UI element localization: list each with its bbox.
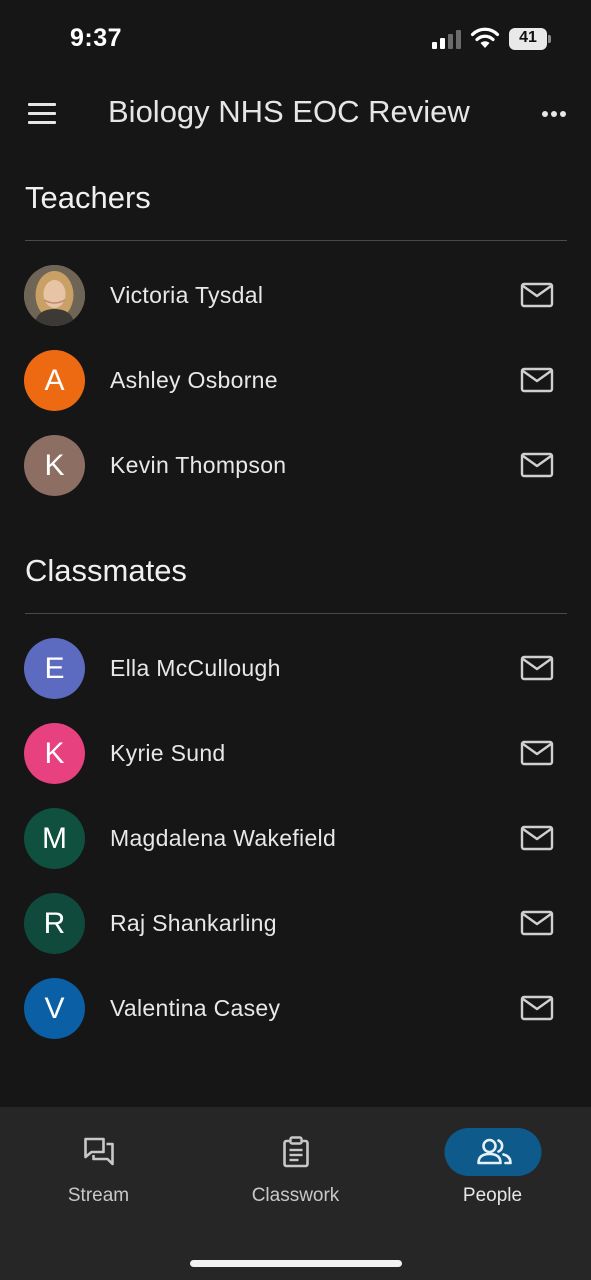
person-name: Ashley Osborne <box>110 367 278 393</box>
person-row[interactable]: R Raj Shankarling <box>0 886 591 960</box>
email-button[interactable] <box>515 363 559 397</box>
home-indicator <box>190 1260 402 1267</box>
email-button[interactable] <box>515 991 559 1025</box>
bottom-navigation: Stream Classwork People <box>0 1107 591 1280</box>
avatar: A <box>24 350 85 411</box>
stream-icon <box>83 1137 114 1166</box>
battery-icon: 41 <box>509 28 551 50</box>
email-icon <box>520 452 554 478</box>
classwork-icon <box>282 1136 309 1168</box>
person-row[interactable]: A Ashley Osborne <box>0 343 591 417</box>
person-name: Raj Shankarling <box>110 910 277 936</box>
person-row[interactable]: K Kyrie Sund <box>0 716 591 790</box>
nav-people[interactable]: People <box>394 1107 591 1217</box>
status-time: 9:37 <box>70 24 123 52</box>
person-name: Kevin Thompson <box>110 452 287 478</box>
person-row[interactable]: Victoria Tysdal <box>0 258 591 332</box>
avatar: K <box>24 435 85 496</box>
email-button[interactable] <box>515 448 559 482</box>
nav-icon-container <box>50 1128 147 1176</box>
avatar: V <box>24 978 85 1039</box>
email-icon <box>520 367 554 393</box>
avatar: E <box>24 638 85 699</box>
cellular-signal-icon <box>432 30 461 49</box>
email-icon <box>520 995 554 1021</box>
email-button[interactable] <box>515 821 559 855</box>
email-icon <box>520 282 554 308</box>
avatar: K <box>24 723 85 784</box>
person-name: Kyrie Sund <box>110 740 226 766</box>
person-row[interactable]: E Ella McCullough <box>0 631 591 705</box>
person-name: Ella McCullough <box>110 655 281 681</box>
nav-label: Classwork <box>251 1185 340 1206</box>
person-name: Victoria Tysdal <box>110 282 264 308</box>
email-icon <box>520 825 554 851</box>
class-title: Biology NHS EOC Review <box>108 94 470 129</box>
nav-stream[interactable]: Stream <box>0 1107 197 1217</box>
more-options-icon[interactable] <box>536 100 572 128</box>
person-row[interactable]: K Kevin Thompson <box>0 428 591 502</box>
divider <box>25 240 567 241</box>
email-icon <box>520 740 554 766</box>
nav-classwork[interactable]: Classwork <box>197 1107 394 1217</box>
avatar <box>24 265 85 326</box>
email-button[interactable] <box>515 906 559 940</box>
nav-label: People <box>462 1185 523 1206</box>
avatar: R <box>24 893 85 954</box>
email-button[interactable] <box>515 278 559 312</box>
email-button[interactable] <box>515 651 559 685</box>
battery-level: 41 <box>519 29 537 46</box>
email-button[interactable] <box>515 736 559 770</box>
avatar: M <box>24 808 85 869</box>
nav-icon-container <box>444 1128 541 1176</box>
wifi-icon <box>470 27 500 48</box>
person-row[interactable]: M Magdalena Wakefield <box>0 801 591 875</box>
hamburger-menu-icon[interactable] <box>22 95 62 131</box>
teachers-heading: Teachers <box>25 180 151 215</box>
email-icon <box>520 655 554 681</box>
nav-icon-container <box>247 1128 344 1176</box>
email-icon <box>520 910 554 936</box>
people-icon <box>476 1138 512 1165</box>
divider <box>25 613 567 614</box>
person-name: Valentina Casey <box>110 995 281 1021</box>
app-bar: Biology NHS EOC Review <box>0 78 591 150</box>
nav-label: Stream <box>67 1185 130 1206</box>
classmates-heading: Classmates <box>25 553 187 588</box>
person-name: Magdalena Wakefield <box>110 825 337 851</box>
status-bar: 9:37 41 <box>0 0 591 78</box>
person-row[interactable]: V Valentina Casey <box>0 971 591 1045</box>
